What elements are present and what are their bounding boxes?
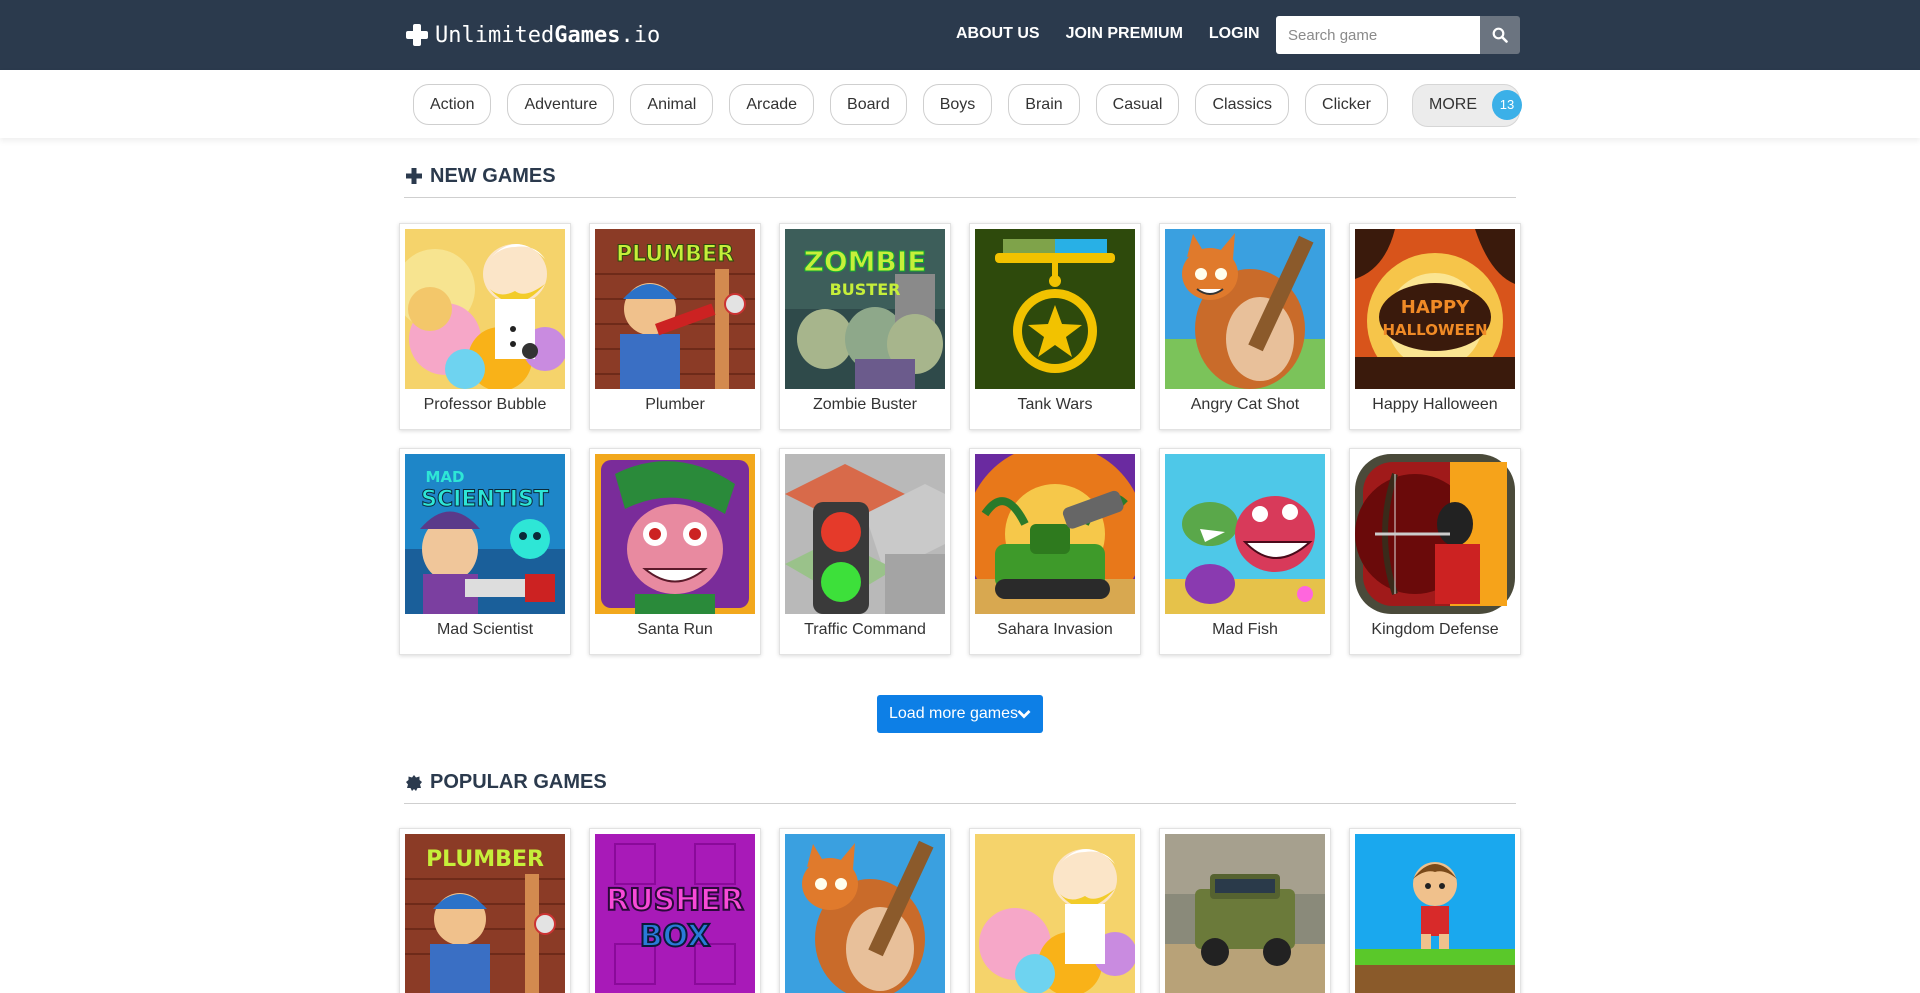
game-thumbnail: HAPPY HALLOWEEN xyxy=(1355,229,1515,389)
category-list: Action Adventure Animal Arcade Board Boy… xyxy=(413,84,1404,125)
load-more-button[interactable]: Load more games xyxy=(877,695,1043,733)
game-thumbnail xyxy=(1165,454,1325,614)
game-title: Mad Scientist xyxy=(436,621,534,638)
game-title: Sahara Invasion xyxy=(997,621,1113,638)
game-thumbnail xyxy=(405,229,565,389)
game-card-army-truck[interactable] xyxy=(1159,828,1331,993)
game-title: Tank Wars xyxy=(1017,396,1093,413)
game-thumbnail xyxy=(975,834,1135,993)
plus-icon xyxy=(406,168,422,184)
game-card-jungle-boy[interactable] xyxy=(1349,828,1521,993)
game-title: Mad Fish xyxy=(1212,621,1278,638)
nav-links: ABOUT US JOIN PREMIUM LOGIN xyxy=(956,25,1286,43)
search-input[interactable] xyxy=(1276,16,1480,54)
game-thumbnail xyxy=(1355,454,1515,614)
plus-icon xyxy=(405,23,429,47)
site-logo[interactable]: UnlimitedGames.io xyxy=(405,20,660,50)
game-card-traffic-command[interactable]: Traffic Command xyxy=(779,448,951,655)
search-box xyxy=(1276,16,1520,54)
category-clicker[interactable]: Clicker xyxy=(1305,84,1388,125)
new-games-title: NEW GAMES xyxy=(430,165,556,187)
logo-text: UnlimitedGames.io xyxy=(435,22,661,48)
game-thumbnail xyxy=(1165,834,1325,993)
nav-about-us[interactable]: ABOUT US xyxy=(956,25,1040,43)
game-card-sahara-invasion[interactable]: Sahara Invasion xyxy=(969,448,1141,655)
game-card-mad-scientist[interactable]: MAD SCIENTIST Mad Scientist xyxy=(399,448,571,655)
nav-join-premium[interactable]: JOIN PREMIUM xyxy=(1066,25,1183,43)
category-boys[interactable]: Boys xyxy=(922,84,993,125)
badge-icon xyxy=(406,775,422,791)
load-more-label: Load more games xyxy=(889,705,1018,722)
game-title: Santa Run xyxy=(637,621,713,638)
game-card-tank-wars[interactable]: Tank Wars xyxy=(969,223,1141,430)
svg-text:RUSHER: RUSHER xyxy=(606,883,744,918)
category-animal[interactable]: Animal xyxy=(630,84,714,125)
game-card-mad-fish[interactable]: Mad Fish xyxy=(1159,448,1331,655)
game-thumbnail: ZOMBIE BUSTER xyxy=(785,229,945,389)
game-thumbnail xyxy=(785,454,945,614)
game-card-kingdom-defense[interactable]: Kingdom Defense xyxy=(1349,448,1521,655)
more-categories-button[interactable]: MORE 13 xyxy=(1412,84,1522,127)
popular-games-title: POPULAR GAMES xyxy=(430,771,607,793)
svg-text:ZOMBIE: ZOMBIE xyxy=(804,245,927,278)
game-thumbnail: PLUMBER xyxy=(595,229,755,389)
game-title: Zombie Buster xyxy=(812,396,918,413)
game-card-professor-bubble[interactable] xyxy=(969,828,1141,993)
search-button[interactable] xyxy=(1480,16,1520,54)
svg-text:SCIENTIST: SCIENTIST xyxy=(421,487,549,512)
game-thumbnail xyxy=(1355,834,1515,993)
game-title: Kingdom Defense xyxy=(1371,621,1499,638)
search-icon xyxy=(1492,27,1508,43)
game-thumbnail xyxy=(595,454,755,614)
nav-login[interactable]: LOGIN xyxy=(1209,25,1260,43)
svg-text:HAPPY: HAPPY xyxy=(1401,297,1470,318)
category-bar: Action Adventure Animal Arcade Board Boy… xyxy=(0,70,1920,138)
svg-text:MAD: MAD xyxy=(426,468,465,486)
more-label: MORE xyxy=(1429,96,1477,113)
game-title: Happy Halloween xyxy=(1372,396,1498,413)
game-card-zombie-buster[interactable]: ZOMBIE BUSTER Zombie Buster xyxy=(779,223,951,430)
game-title: Professor Bubble xyxy=(423,396,547,413)
svg-text:HALLOWEEN: HALLOWEEN xyxy=(1382,321,1487,339)
game-title: Traffic Command xyxy=(804,621,926,638)
game-card-angry-cat-shot[interactable]: Angry Cat Shot xyxy=(1159,223,1331,430)
game-thumbnail xyxy=(785,834,945,993)
game-card-angry-cat-shot[interactable] xyxy=(779,828,951,993)
game-thumbnail xyxy=(975,229,1135,389)
game-thumbnail: RUSHER BOX xyxy=(595,834,755,993)
new-games-header: NEW GAMES xyxy=(404,162,1516,198)
game-title: Angry Cat Shot xyxy=(1190,396,1300,413)
game-card-happy-halloween[interactable]: HAPPY HALLOWEEN Happy Halloween xyxy=(1349,223,1521,430)
game-card-plumber[interactable]: PLUMBER Plumber xyxy=(589,223,761,430)
svg-text:PLUMBER: PLUMBER xyxy=(426,847,544,872)
game-thumbnail xyxy=(1165,229,1325,389)
game-title: Plumber xyxy=(645,396,705,413)
category-adventure[interactable]: Adventure xyxy=(507,84,615,125)
svg-text:BOX: BOX xyxy=(640,919,710,954)
category-classics[interactable]: Classics xyxy=(1195,84,1290,125)
popular-games-header: POPULAR GAMES xyxy=(404,768,1516,804)
game-card-plumber[interactable]: PLUMBER xyxy=(399,828,571,993)
top-navbar: UnlimitedGames.io ABOUT US JOIN PREMIUM … xyxy=(0,0,1920,70)
category-brain[interactable]: Brain xyxy=(1008,84,1080,125)
category-casual[interactable]: Casual xyxy=(1095,84,1180,125)
game-card-santa-run[interactable]: Santa Run xyxy=(589,448,761,655)
chevron-down-icon xyxy=(1017,710,1031,719)
svg-text:BUSTER: BUSTER xyxy=(830,280,901,299)
game-thumbnail: MAD SCIENTIST xyxy=(405,454,565,614)
game-card-professor-bubble[interactable]: Professor Bubble xyxy=(399,223,571,430)
svg-text:PLUMBER: PLUMBER xyxy=(616,242,734,267)
more-count-badge: 13 xyxy=(1492,90,1522,120)
game-thumbnail xyxy=(975,454,1135,614)
category-arcade[interactable]: Arcade xyxy=(729,84,815,125)
game-thumbnail: PLUMBER xyxy=(405,834,565,993)
category-board[interactable]: Board xyxy=(830,84,907,125)
game-card-rusher-box[interactable]: RUSHER BOX xyxy=(589,828,761,993)
category-action[interactable]: Action xyxy=(413,84,492,125)
